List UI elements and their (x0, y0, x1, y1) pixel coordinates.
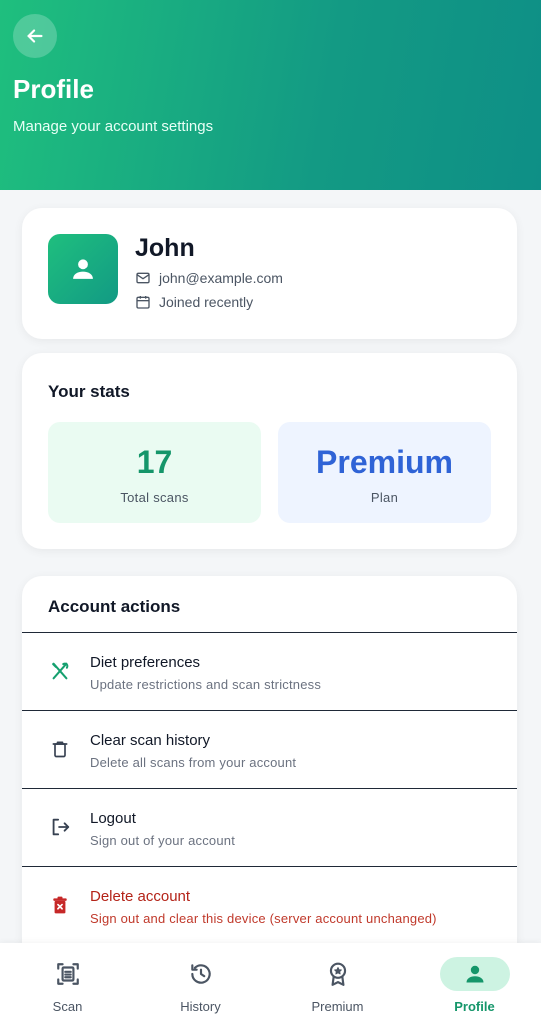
diet-preferences-subtitle: Update restrictions and scan strictness (90, 677, 322, 692)
total-scans-value: 17 (136, 444, 173, 480)
nav-premium-label: Premium (311, 999, 364, 1014)
fork-knife-icon (48, 659, 72, 683)
nav-history[interactable]: History (133, 943, 268, 1024)
user-email: john@example.com (159, 270, 283, 286)
user-icon (73, 259, 93, 279)
joined-row: Joined recently (135, 294, 253, 310)
delete-account-icon (48, 893, 72, 917)
stats-title: Your stats (48, 382, 130, 401)
scan-icon (33, 957, 103, 991)
diet-preferences-title: Diet preferences (90, 654, 201, 671)
profile-card: John john@example.com Joined recently (22, 208, 517, 339)
clear-scan-history-subtitle: Delete all scans from your account (90, 755, 297, 770)
delete-account-row[interactable]: Delete account Sign out and clear this d… (22, 866, 517, 944)
plan-label: Plan (370, 490, 399, 505)
email-row: john@example.com (135, 270, 283, 286)
account-actions-card: Account actions Diet preferences Update … (22, 576, 517, 956)
stat-plan: Premium Plan (278, 422, 491, 523)
page-subtitle: Manage your account settings (13, 118, 214, 135)
stats-card: Your stats 17 Total scans Premium Plan (22, 353, 517, 549)
clear-scan-history-row[interactable]: Clear scan history Delete all scans from… (22, 710, 517, 788)
arrow-left-icon (27, 29, 43, 43)
avatar (48, 234, 118, 304)
bottom-nav: Scan History Premium Profile (0, 943, 541, 1024)
calendar-icon (136, 296, 150, 309)
diet-preferences-row[interactable]: Diet preferences Update restrictions and… (22, 632, 517, 710)
logout-title: Logout (90, 810, 136, 827)
nav-history-label: History (180, 999, 221, 1014)
nav-profile[interactable]: Profile (407, 943, 541, 1024)
plan-value: Premium (316, 444, 453, 480)
logout-row[interactable]: Logout Sign out of your account (22, 788, 517, 866)
back-button[interactable] (13, 14, 57, 58)
delete-account-subtitle: Sign out and clear this device (server a… (90, 911, 437, 926)
nav-scan[interactable]: Scan (0, 943, 135, 1024)
mail-icon (136, 272, 150, 284)
logout-subtitle: Sign out of your account (90, 833, 236, 848)
header: Profile Manage your account settings (0, 0, 541, 190)
nav-premium[interactable]: Premium (270, 943, 405, 1024)
clear-scan-history-title: Clear scan history (90, 732, 211, 749)
premium-badge-icon (303, 957, 373, 991)
joined-text: Joined recently (159, 294, 254, 310)
total-scans-label: Total scans (120, 490, 189, 505)
nav-scan-label: Scan (52, 999, 83, 1014)
profile-icon (439, 957, 510, 991)
logout-icon (48, 815, 72, 839)
history-icon (166, 957, 236, 991)
delete-account-title: Delete account (90, 888, 191, 905)
nav-profile-label: Profile (454, 999, 495, 1014)
user-name: John (135, 234, 195, 262)
stat-total-scans: 17 Total scans (48, 422, 261, 523)
page-title: Profile (13, 74, 94, 104)
trash-icon (48, 737, 72, 761)
account-actions-title: Account actions (48, 597, 181, 616)
